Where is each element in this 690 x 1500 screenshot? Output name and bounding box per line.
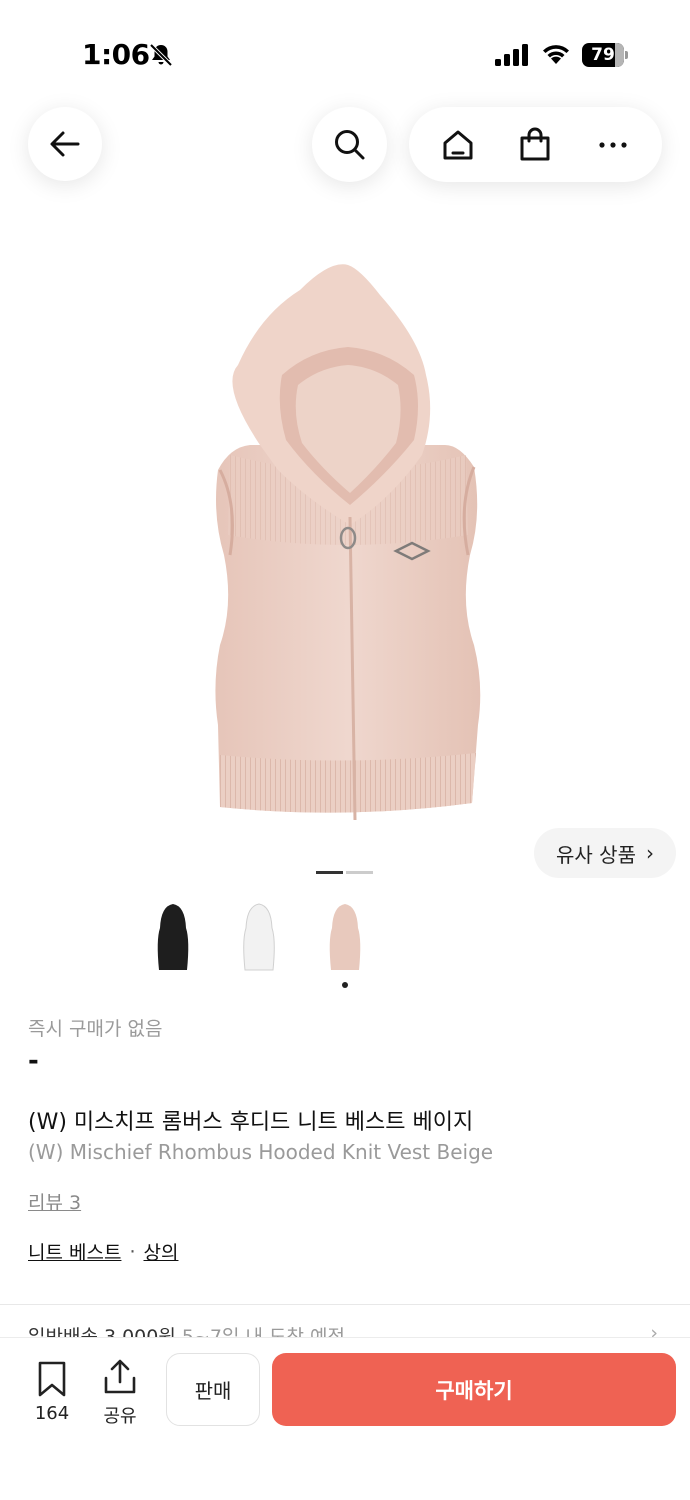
price: - bbox=[28, 1046, 39, 1076]
pager-indicator-active bbox=[316, 871, 343, 874]
sell-label: 판매 bbox=[194, 1379, 232, 1403]
sell-button[interactable]: 판매 bbox=[166, 1353, 260, 1426]
product-subtitle: (W) Mischief Rhombus Hooded Knit Vest Be… bbox=[28, 1140, 494, 1164]
image-pager bbox=[316, 871, 373, 875]
cart-button[interactable] bbox=[507, 117, 563, 173]
status-bar: 1:06 79 bbox=[0, 0, 690, 110]
share-label: 공유 bbox=[103, 1406, 137, 1427]
share-icon bbox=[104, 1359, 136, 1394]
product-title: (W) 미스치프 롬버스 후디드 니트 베스트 베이지 bbox=[28, 1110, 474, 1135]
review-link[interactable]: 리뷰 3 bbox=[28, 1188, 81, 1215]
color-thumbnail-white[interactable] bbox=[238, 900, 280, 972]
instant-price-label: 즉시 구매가 없음 bbox=[28, 1018, 163, 1040]
similar-products-label: 유사 상품 bbox=[556, 842, 636, 867]
bookmark-count: 164 bbox=[34, 1403, 70, 1424]
bookmark-button[interactable]: 164 bbox=[28, 1360, 76, 1426]
category-link-top[interactable]: 상의 bbox=[144, 1238, 179, 1265]
arrow-left-icon bbox=[50, 131, 80, 157]
bell-off-icon bbox=[149, 43, 173, 67]
selected-thumbnail-indicator bbox=[342, 982, 348, 988]
buy-label: 구매하기 bbox=[435, 1378, 513, 1403]
shopping-bag-icon bbox=[520, 127, 550, 160]
status-time: 1:06 bbox=[82, 38, 150, 71]
product-image[interactable] bbox=[190, 255, 500, 835]
share-button[interactable]: 공유 bbox=[96, 1358, 144, 1427]
search-icon bbox=[334, 129, 364, 159]
color-thumbnail-beige[interactable] bbox=[324, 900, 366, 972]
nav-action-group bbox=[409, 107, 662, 182]
divider bbox=[0, 1304, 690, 1305]
color-thumbnail-black[interactable] bbox=[152, 900, 194, 972]
more-icon bbox=[599, 141, 627, 148]
battery-level: 79 bbox=[591, 45, 615, 65]
home-button[interactable] bbox=[430, 117, 486, 173]
category-breadcrumb: 니트 베스트 · 상의 bbox=[28, 1238, 178, 1265]
bookmark-icon bbox=[38, 1361, 66, 1397]
battery-icon: 79 bbox=[582, 43, 628, 67]
buy-button[interactable]: 구매하기 bbox=[272, 1353, 676, 1426]
home-icon bbox=[443, 130, 473, 159]
search-button[interactable] bbox=[312, 107, 387, 182]
signal-icon bbox=[495, 44, 528, 66]
back-button[interactable] bbox=[28, 107, 102, 181]
chevron-right-icon: › bbox=[645, 841, 654, 865]
category-separator: · bbox=[129, 1240, 136, 1263]
category-link-knit-vest[interactable]: 니트 베스트 bbox=[28, 1238, 121, 1265]
wifi-icon bbox=[543, 45, 569, 64]
similar-products-button[interactable]: 유사 상품 › bbox=[534, 828, 676, 878]
pager-indicator bbox=[346, 871, 373, 874]
more-button[interactable] bbox=[585, 117, 641, 173]
